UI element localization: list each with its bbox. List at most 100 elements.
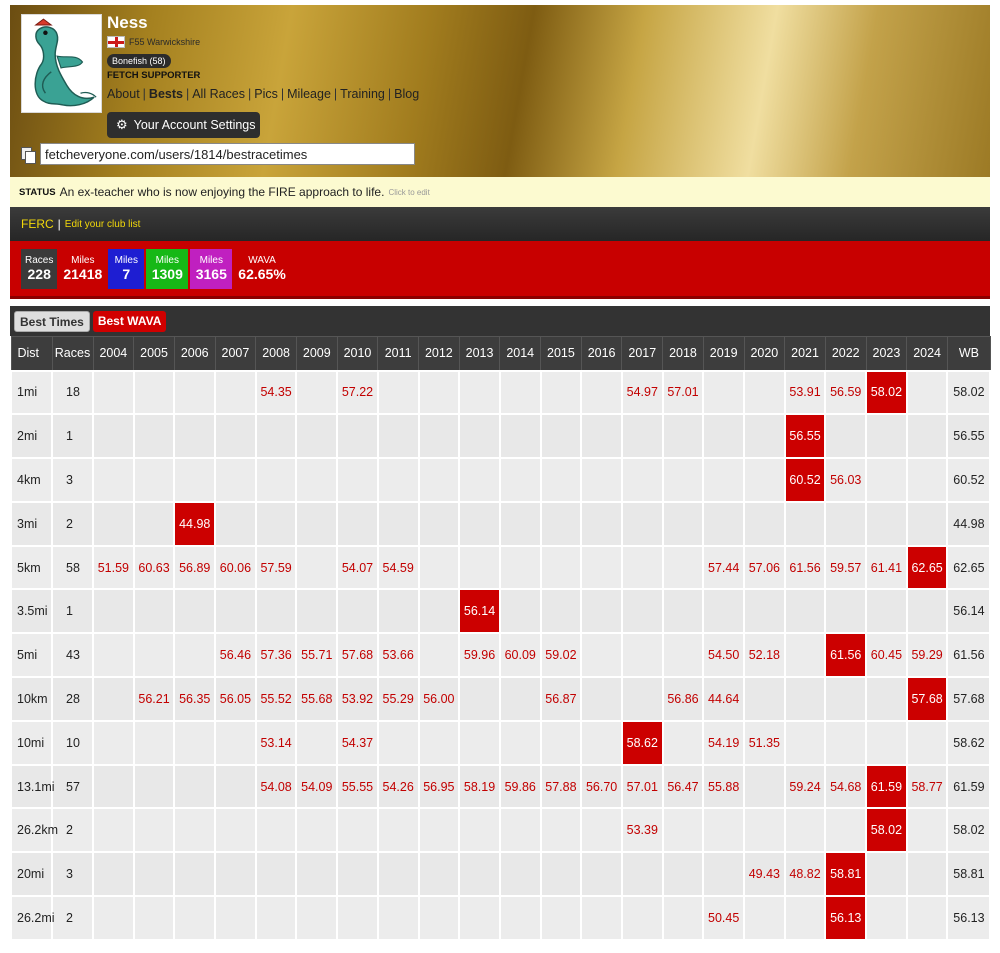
column-header[interactable]: 2006 (173, 336, 216, 371)
column-header[interactable]: 2022 (824, 336, 867, 371)
wava-cell[interactable]: 57.06 (743, 544, 786, 591)
wava-cell[interactable]: 56.89 (173, 544, 217, 591)
wava-cell[interactable]: 61.41 (865, 544, 908, 591)
status-bar[interactable]: STATUS An ex-teacher who is now enjoying… (10, 177, 990, 207)
wava-cell[interactable]: 54.09 (295, 763, 339, 810)
best-wava-cell[interactable]: 61.56 (824, 632, 868, 679)
best-wava-cell[interactable]: 62.65 (905, 544, 949, 591)
best-wava-cell[interactable]: 58.62 (620, 719, 664, 766)
wava-cell[interactable]: 56.00 (417, 676, 461, 722)
wava-cell[interactable]: 54.35 (254, 369, 298, 416)
wava-cell[interactable]: 56.86 (661, 676, 705, 722)
nav-mileage[interactable]: Mileage (287, 87, 331, 101)
tab-best-times[interactable]: Best Times (14, 310, 90, 332)
wava-cell[interactable]: 57.88 (539, 763, 583, 810)
wava-cell[interactable]: 59.86 (498, 763, 542, 810)
wava-cell[interactable]: 58.19 (458, 763, 501, 810)
wava-cell[interactable]: 56.05 (214, 676, 257, 722)
wava-cell[interactable]: 55.88 (702, 763, 745, 810)
account-settings-button[interactable]: ⚙ Your Account Settings (107, 112, 260, 138)
wava-cell[interactable]: 57.01 (661, 369, 705, 416)
wava-cell[interactable]: 48.82 (783, 851, 827, 898)
stat-miles-blue[interactable]: Miles 7 (108, 248, 145, 289)
column-header[interactable]: 2009 (295, 336, 338, 371)
stat-miles-green[interactable]: Miles 1309 (146, 248, 189, 289)
wava-cell[interactable]: 59.02 (539, 632, 583, 679)
best-wava-cell[interactable]: 58.02 (865, 807, 908, 854)
column-header-races[interactable]: Races (51, 336, 94, 371)
nav-all-races[interactable]: All Races (192, 87, 245, 101)
wava-cell[interactable]: 54.07 (336, 544, 379, 591)
wava-cell[interactable]: 54.08 (254, 763, 298, 810)
column-header[interactable]: 2012 (418, 336, 460, 371)
nav-pics[interactable]: Pics (254, 87, 278, 101)
wava-cell[interactable]: 54.97 (620, 369, 664, 416)
column-header[interactable]: 2011 (377, 336, 419, 371)
wava-cell[interactable]: 60.06 (214, 544, 257, 591)
club-name[interactable]: FERC (21, 217, 54, 231)
wava-cell[interactable]: 57.59 (254, 544, 298, 591)
wava-cell[interactable]: 56.87 (539, 676, 583, 722)
best-wava-cell[interactable]: 58.81 (824, 851, 868, 898)
wava-cell[interactable]: 54.68 (824, 763, 868, 810)
wava-cell[interactable]: 51.35 (743, 719, 786, 766)
column-header[interactable]: 2008 (255, 336, 297, 371)
avatar[interactable] (21, 14, 102, 113)
wava-cell[interactable]: 56.03 (824, 457, 868, 503)
nav-about[interactable]: About (107, 87, 140, 101)
column-header[interactable]: 2004 (92, 336, 135, 371)
table-row[interactable]: 20mi 3 49.43 48.82 58.81 58.81 (10, 851, 992, 898)
wava-cell[interactable]: 54.19 (702, 719, 745, 766)
wava-cell[interactable]: 56.47 (661, 763, 705, 810)
wava-cell[interactable]: 53.92 (336, 676, 379, 722)
column-header[interactable]: 2021 (784, 336, 826, 371)
stat-miles-magenta[interactable]: Miles 3165 (190, 248, 233, 289)
table-row[interactable]: 3.5mi 1 56.14 56.14 (10, 588, 992, 635)
edit-club-list-link[interactable]: Edit your club list (65, 219, 141, 230)
wava-cell[interactable]: 52.18 (743, 632, 786, 679)
wava-cell[interactable]: 50.45 (702, 895, 745, 941)
column-header[interactable]: 2015 (540, 336, 582, 371)
wava-cell[interactable]: 56.21 (132, 676, 176, 722)
column-header[interactable]: 2020 (743, 336, 786, 371)
wava-cell[interactable]: 57.36 (254, 632, 298, 679)
best-wava-cell[interactable]: 44.98 (173, 500, 217, 547)
wava-cell[interactable]: 44.64 (702, 676, 745, 722)
best-wava-cell[interactable]: 57.68 (905, 676, 949, 722)
profile-url-input[interactable] (40, 143, 415, 165)
tab-best-wava[interactable]: Best WAVA (92, 310, 167, 332)
wava-cell[interactable]: 54.59 (376, 544, 420, 591)
table-row[interactable]: 5mi 43 56.46 57.36 55.71 57.68 53.66 59.96 60.09… (10, 632, 992, 679)
wava-cell[interactable]: 60.63 (132, 544, 176, 591)
nav-bests[interactable]: Bests (149, 87, 183, 101)
wava-cell[interactable]: 57.22 (336, 369, 379, 416)
best-wava-cell[interactable]: 61.59 (865, 763, 908, 810)
wava-cell[interactable]: 59.24 (783, 763, 827, 810)
wava-cell[interactable]: 55.71 (295, 632, 339, 679)
wava-cell[interactable]: 51.59 (92, 544, 135, 591)
column-header[interactable]: WB (946, 336, 991, 371)
wava-cell[interactable]: 56.59 (824, 369, 868, 416)
column-header[interactable]: 2005 (133, 336, 175, 371)
column-header[interactable]: 2018 (662, 336, 704, 371)
nav-training[interactable]: Training (340, 87, 385, 101)
table-row[interactable]: 26.2km 2 53.39 58.02 58.02 (10, 807, 992, 854)
best-wava-cell[interactable]: 56.55 (783, 413, 827, 460)
wava-cell[interactable]: 59.57 (824, 544, 868, 591)
nav-blog[interactable]: Blog (394, 87, 419, 101)
table-row[interactable]: 10mi 10 53.14 54.37 58.62 54.19 51.35 58.62 (10, 719, 992, 766)
best-wava-cell[interactable]: 60.52 (783, 457, 827, 503)
table-row[interactable]: 13.1mi 57 54.08 54.09 55.55 54.26 56.95 58.19 59… (10, 763, 992, 810)
wava-cell[interactable]: 56.95 (417, 763, 461, 810)
wava-cell[interactable]: 53.91 (783, 369, 827, 416)
best-wava-cell[interactable]: 58.02 (865, 369, 908, 416)
wava-cell[interactable]: 56.46 (214, 632, 257, 679)
table-row[interactable]: 5km 58 51.59 60.63 56.89 60.06 57.59 54.07 54.59… (10, 544, 992, 591)
wava-cell[interactable]: 56.70 (580, 763, 623, 810)
wava-cell[interactable]: 60.09 (498, 632, 542, 679)
stat-races[interactable]: Races 228 (21, 248, 58, 289)
table-row[interactable]: 4km 3 60.52 56.03 60.52 (10, 457, 992, 503)
wava-cell[interactable]: 55.52 (254, 676, 298, 722)
wava-cell[interactable]: 54.50 (702, 632, 745, 679)
wava-cell[interactable]: 59.96 (458, 632, 501, 679)
